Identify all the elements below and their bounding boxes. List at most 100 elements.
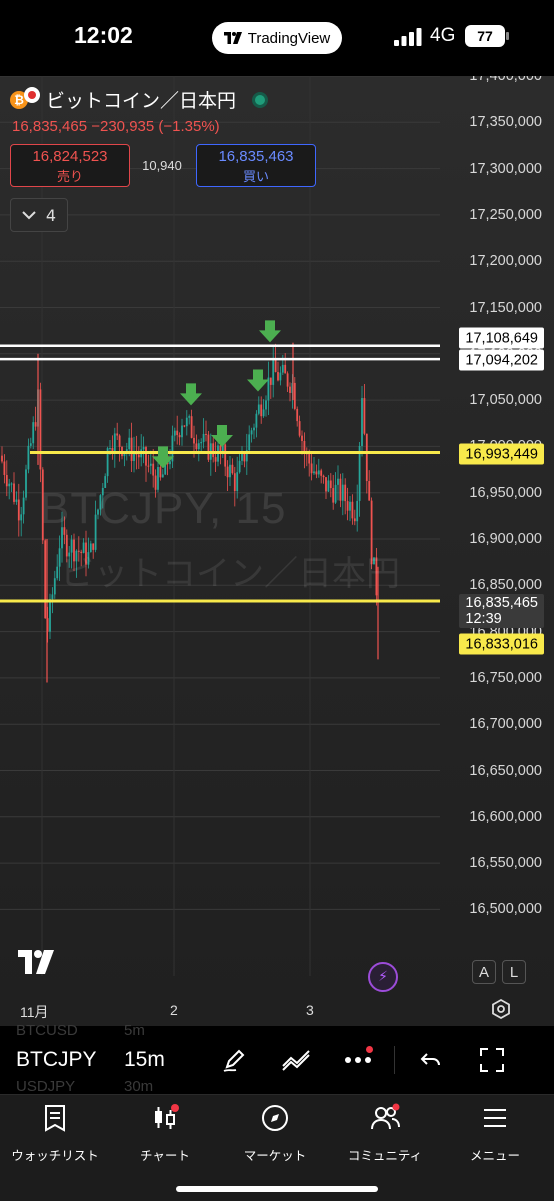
candle-body: [20, 514, 23, 521]
candle-body: [337, 478, 339, 485]
nav-community[interactable]: コミュニティ: [330, 1103, 440, 1164]
candle-body: [344, 484, 347, 502]
symbol-watermark: BTCJPY, 15: [40, 484, 287, 533]
nav-chart[interactable]: チャート: [110, 1103, 220, 1164]
candle-body: [250, 430, 253, 435]
symbol-header[interactable]: ₿ ビットコイン／日本円: [10, 86, 269, 113]
nav-watchlist[interactable]: ウォッチリスト: [0, 1103, 110, 1164]
candle-body: [286, 373, 289, 387]
market-open-icon: [252, 91, 269, 108]
undo-icon[interactable]: [414, 1044, 446, 1076]
indicators-icon[interactable]: [280, 1044, 312, 1076]
y-tick-label: 17,050,000: [469, 392, 542, 409]
y-tick-label: 17,300,000: [469, 160, 542, 177]
candle-body: [178, 435, 181, 438]
symbol-selector[interactable]: BTCJPY: [16, 1048, 97, 1072]
auto-scale-button[interactable]: A: [472, 960, 496, 984]
white-high-price-tag: 17,108,649: [459, 327, 544, 349]
y-tick-label: 16,700,000: [469, 716, 542, 733]
candle-body: [159, 467, 162, 478]
candle-body: [39, 389, 42, 470]
candle-body: [322, 475, 325, 478]
candle-body: [152, 463, 155, 476]
ghost-interval-above: 5m: [124, 1022, 145, 1039]
candle-body: [363, 398, 366, 434]
chart-settings-icon[interactable]: [490, 998, 512, 1020]
nav-label: コミュニティ: [347, 1148, 423, 1163]
candle-body: [358, 445, 361, 501]
nav-menu[interactable]: メニュー: [440, 1103, 550, 1164]
candle-body: [255, 413, 258, 428]
buy-button[interactable]: 16,835,463 買い: [196, 144, 316, 187]
candle-body: [56, 566, 59, 579]
candle-body: [272, 359, 275, 385]
sell-button[interactable]: 16,824,523 売り: [10, 144, 130, 187]
candle-body: [3, 461, 6, 475]
candle-body: [34, 422, 37, 427]
chart-icon: [155, 1104, 179, 1129]
candle-body: [317, 470, 320, 475]
notification-dot: [366, 1046, 373, 1053]
candle-body: [10, 483, 13, 485]
candle-body: [149, 463, 152, 466]
candle-body: [214, 457, 217, 462]
chevron-down-icon: [22, 211, 36, 220]
candle-body: [365, 433, 368, 482]
y-tick-label: 16,950,000: [469, 484, 542, 501]
current-price-tag: 16,835,465 12:39: [459, 594, 544, 628]
indicators-toggle-button[interactable]: 4: [10, 198, 68, 232]
candle-body: [356, 500, 359, 522]
status-bar: 12:02 TradingView 4G 77: [0, 0, 554, 76]
compass-icon: [262, 1105, 288, 1131]
candle-body: [207, 434, 210, 460]
candle-body: [274, 359, 277, 373]
candle-body: [368, 481, 371, 501]
candle-body: [22, 497, 25, 515]
y-tick-label: 16,900,000: [469, 531, 542, 547]
name-watermark: ビットコイン／日本円: [60, 554, 400, 594]
spread-value: 10,940: [142, 158, 182, 173]
candle-body: [224, 444, 227, 467]
interval-selector[interactable]: 15m: [124, 1048, 165, 1072]
candle-body: [349, 501, 351, 511]
candle-body: [202, 433, 205, 443]
y-tick-label: 17,200,000: [469, 253, 542, 270]
candle-body: [193, 437, 195, 444]
fullscreen-icon[interactable]: [476, 1044, 508, 1076]
candle-body: [130, 437, 133, 462]
candle-body: [44, 540, 47, 619]
candle-body: [15, 499, 18, 502]
candle-body: [8, 483, 11, 487]
time-axis[interactable]: 11月 2 3: [0, 992, 554, 1026]
lightning-icon[interactable]: ⚡: [368, 962, 398, 992]
buy-price: 16,835,463: [218, 148, 294, 165]
candle-body: [145, 447, 147, 466]
draw-pen-icon[interactable]: [218, 1044, 250, 1076]
candle-body: [197, 443, 200, 450]
candle-body: [293, 382, 296, 409]
y-tick-label: 17,400,000: [469, 76, 542, 84]
candle-body: [183, 425, 186, 427]
nav-market[interactable]: マーケット: [220, 1103, 330, 1164]
candle-body: [118, 435, 121, 447]
y-tick-label: 16,500,000: [469, 901, 542, 918]
signal-icon: [394, 28, 422, 46]
candle-body: [361, 398, 363, 446]
tradingview-logo-icon: [223, 32, 242, 44]
home-indicator: [176, 1186, 378, 1192]
candle-body: [113, 433, 116, 453]
chart-area[interactable]: 17,400,000 17,350,000 17,300,000 17,250,000…: [0, 76, 554, 1026]
candle-body: [279, 372, 282, 381]
candle-body: [142, 447, 145, 450]
green-arrow-down-icon: [180, 383, 202, 406]
tradingview-logo-icon[interactable]: [14, 950, 58, 974]
log-scale-button[interactable]: L: [502, 960, 526, 984]
candle-body: [351, 501, 354, 519]
tradingview-app-pill[interactable]: TradingView: [212, 22, 342, 54]
candle-body: [25, 469, 27, 498]
y-tick-label: 16,600,000: [469, 808, 542, 825]
indicator-count: 4: [45, 205, 57, 225]
candle-body: [296, 408, 299, 422]
x-label: 11月: [20, 1004, 49, 1020]
candle-body: [27, 445, 30, 470]
